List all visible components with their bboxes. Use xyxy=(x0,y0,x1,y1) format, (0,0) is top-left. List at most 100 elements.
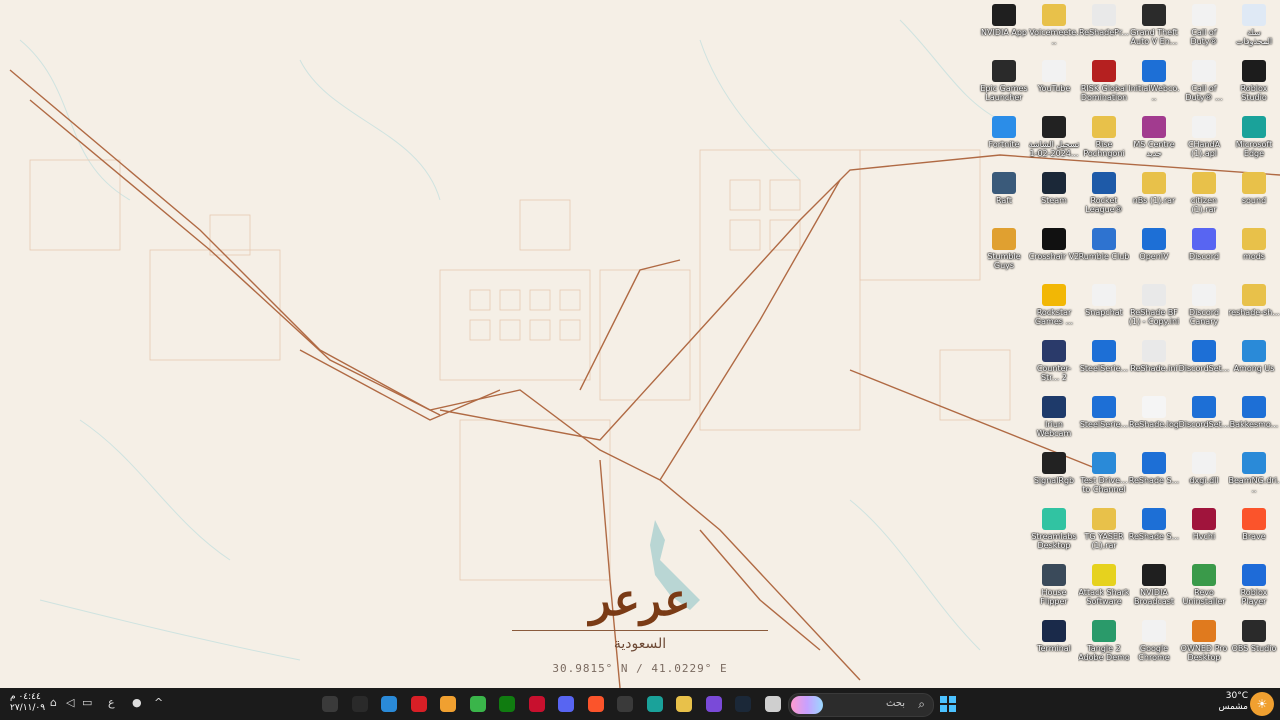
play-icon[interactable] xyxy=(466,692,490,716)
desktop-icon[interactable]: RISK Global Domination xyxy=(1078,60,1130,116)
desktop-icon[interactable]: Hvchi xyxy=(1178,508,1230,564)
taskbar-clock[interactable]: ٠٤:٤٤ م ٢٧/١١/٠٩ xyxy=(10,692,45,714)
desktop-icon[interactable]: InitialWebco... xyxy=(1128,60,1180,116)
desktop-icon[interactable]: DiscordSet... xyxy=(1178,340,1230,396)
window-icon[interactable] xyxy=(761,692,785,716)
chevron-up-icon[interactable]: ^ xyxy=(154,696,163,709)
desktop-icon[interactable]: Iriun Webcam xyxy=(1028,396,1080,452)
adobe-icon[interactable] xyxy=(525,692,549,716)
desktop-icon[interactable]: OWNED Pro Desktop xyxy=(1178,620,1230,676)
desktop-icon[interactable]: Call of Duty® ... xyxy=(1178,60,1230,116)
desktop-icon[interactable]: Bakkesmo... xyxy=(1228,396,1280,452)
desktop-icon[interactable]: SteelSerie... xyxy=(1078,340,1130,396)
desktop-icon[interactable]: ReShade S... xyxy=(1128,508,1180,564)
desktop-icon[interactable]: ReShade.log xyxy=(1128,396,1180,452)
desktop-icon[interactable]: Rockstar Games ... xyxy=(1028,284,1080,340)
files-icon[interactable] xyxy=(672,692,696,716)
desktop-icon[interactable]: TG YASER (1).rar xyxy=(1078,508,1130,564)
desktop-icon[interactable]: Brave xyxy=(1228,508,1280,564)
desktop-icon[interactable]: reshade-sh... xyxy=(1228,284,1280,340)
desktop-icon[interactable]: سلة المحذوفات xyxy=(1228,4,1280,60)
desktop-icon[interactable]: Epic Games Launcher xyxy=(978,60,1030,116)
desktop-icon[interactable]: Tangle 2 Adobe Demo xyxy=(1078,620,1130,676)
taskbar-search[interactable]: بحث ⌕ xyxy=(788,693,934,717)
desktop-icon[interactable]: Grand Theft Auto V En... xyxy=(1128,4,1180,60)
obs-icon xyxy=(1242,620,1266,642)
desktop-icon[interactable]: تسجيل الشاشة 2024-02-1... xyxy=(1028,116,1080,172)
desktop-icon[interactable]: citizen (1).rar xyxy=(1178,172,1230,228)
folder-icon xyxy=(1092,116,1116,138)
desktop-icon[interactable]: Revo Uninstaller xyxy=(1178,564,1230,620)
desktop-icon[interactable]: SteelSerie... xyxy=(1078,396,1130,452)
desktop-icon[interactable]: ReShadePr... xyxy=(1078,4,1130,60)
desktop-icon[interactable]: Rise Pochngoni xyxy=(1078,116,1130,172)
input-language[interactable]: ع xyxy=(108,696,115,709)
desktop-icon[interactable]: Roblox Studio xyxy=(1228,60,1280,116)
notification-icon[interactable]: ⌂ xyxy=(50,696,57,709)
desktop-icon[interactable]: Discord xyxy=(1178,228,1230,284)
desktop-icon[interactable]: Call of Duty® xyxy=(1178,4,1230,60)
desktop-icon[interactable]: Streamlabs Desktop xyxy=(1028,508,1080,564)
sun-weather-icon[interactable]: ☀ xyxy=(1250,692,1274,716)
desktop-icon[interactable]: Raft xyxy=(978,172,1030,228)
brave-icon[interactable] xyxy=(584,692,608,716)
discord-icon[interactable] xyxy=(554,692,578,716)
desktop-icon[interactable]: Among Us xyxy=(1228,340,1280,396)
xbox-icon[interactable] xyxy=(495,692,519,716)
desktop-icon[interactable]: Discord Canary xyxy=(1178,284,1230,340)
desktop-icon-label: Hvchi xyxy=(1192,532,1216,541)
desktop-icon[interactable]: SignalRgb xyxy=(1028,452,1080,508)
steam-icon[interactable] xyxy=(731,692,755,716)
m365-icon[interactable] xyxy=(702,692,726,716)
desktop-icon[interactable]: Google Chrome xyxy=(1128,620,1180,676)
edge-icon[interactable] xyxy=(643,692,667,716)
desktop-icon[interactable]: Fortnite xyxy=(978,116,1030,172)
desktop-icon[interactable]: dxgi.dll xyxy=(1178,452,1230,508)
desktop-icon[interactable]: mods xyxy=(1228,228,1280,284)
desktop-icon[interactable]: YouTube xyxy=(1028,60,1080,116)
desktop-icon[interactable]: Crosshair V2 xyxy=(1028,228,1080,284)
desktop-icon[interactable]: ReShade.ini xyxy=(1128,340,1180,396)
desktop-icon[interactable]: Rocket League® xyxy=(1078,172,1130,228)
desktop-icon[interactable]: sound xyxy=(1228,172,1280,228)
desktop-icon[interactable]: NVIDIA App xyxy=(978,4,1030,60)
desktop-icon-label: Bakkesmo... xyxy=(1229,420,1279,429)
steam-icon xyxy=(1042,172,1066,194)
start-button[interactable] xyxy=(936,692,960,716)
network-icon[interactable]: ▭ xyxy=(82,696,92,709)
desktop-icon[interactable]: MS Centre جديد xyxy=(1128,116,1180,172)
archive-icon xyxy=(1192,172,1216,194)
store-icon[interactable] xyxy=(613,692,637,716)
desktop-icon[interactable]: OpenIV xyxy=(1128,228,1180,284)
desktop-icon[interactable]: Stumble Guys xyxy=(978,228,1030,284)
desktop-icon-label: ReShade.ini xyxy=(1130,364,1178,373)
desktop-icon[interactable]: ReShade BF (1) - Copy.ini xyxy=(1128,284,1180,340)
flame-icon[interactable] xyxy=(377,692,401,716)
weather-widget[interactable]: 30°C مشمس xyxy=(1218,691,1248,713)
desktop-icon[interactable]: DiscordSet... xyxy=(1178,396,1230,452)
desktop-icon[interactable]: House Flipper xyxy=(1028,564,1080,620)
desktop-icon[interactable]: nBs (1).rar xyxy=(1128,172,1180,228)
desktop-icon[interactable]: Microsoft Edge xyxy=(1228,116,1280,172)
desktop-icon[interactable]: NVIDIA Broadcast xyxy=(1128,564,1180,620)
obs-icon[interactable] xyxy=(318,692,342,716)
desktop-icon[interactable]: Snapchat xyxy=(1078,284,1130,340)
desktop-icon[interactable]: Rumble Club xyxy=(1078,228,1130,284)
app-icon[interactable] xyxy=(348,692,372,716)
desktop-icon[interactable]: Voicemeete... xyxy=(1028,4,1080,60)
pen-icon[interactable] xyxy=(436,692,460,716)
desktop-icon[interactable]: OBS Studio xyxy=(1228,620,1280,676)
speaker-icon[interactable]: ◁ xyxy=(66,696,74,709)
desktop-icon[interactable]: Terminal xyxy=(1028,620,1080,676)
desktop-icon[interactable]: BeamNG.dri... xyxy=(1228,452,1280,508)
desktop-icon[interactable]: Roblox Player xyxy=(1228,564,1280,620)
desktop-icon[interactable]: Attack Shark Software xyxy=(1078,564,1130,620)
desktop-icon-label: OWNED Pro Desktop xyxy=(1180,644,1228,662)
netflix-icon[interactable] xyxy=(407,692,431,716)
desktop-icon[interactable]: Counter-Str... 2 xyxy=(1028,340,1080,396)
desktop-icon[interactable]: CHandA (1).apl xyxy=(1178,116,1230,172)
desktop-icon[interactable]: Test Drive... to Channel xyxy=(1078,452,1130,508)
desktop-icon[interactable]: Steam xyxy=(1028,172,1080,228)
desktop-icon[interactable]: ReShade S... xyxy=(1128,452,1180,508)
microphone-icon[interactable]: ● xyxy=(132,696,142,709)
